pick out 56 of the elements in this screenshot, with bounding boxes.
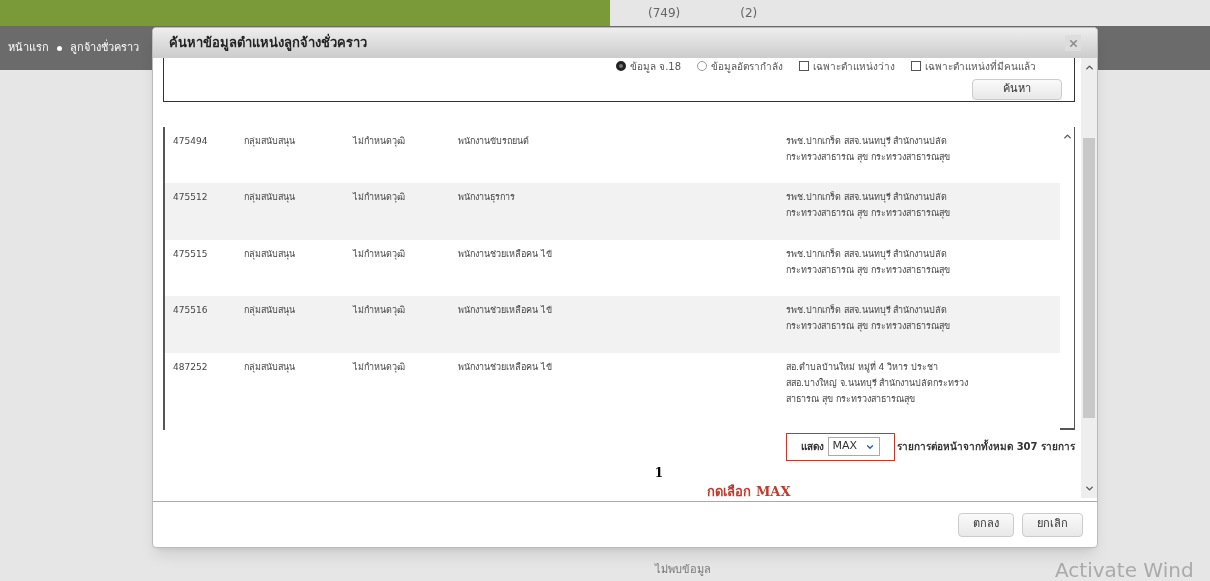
dialog-button[interactable]: ยกเลิก: [1022, 512, 1083, 537]
scroll-down-icon: [1083, 483, 1095, 494]
table-cell-text: ไม่กำหนดวุฒิ: [353, 304, 406, 318]
page-number[interactable]: 1: [654, 463, 664, 482]
checkbox-label: เฉพาะตำแหน่งที่มีคนแล้ว: [925, 58, 1037, 74]
total-label: รายการต่อหน้าจากทั้งหมด 307 รายการ: [897, 439, 1075, 454]
table-cell-text: 475494: [173, 134, 209, 148]
table-cell-text: 475515: [173, 247, 209, 261]
radio-label: ข้อมูล จ.18: [630, 59, 682, 74]
table-cell-text: รพช.ปากเกร็ด สสจ.นนทบุรี สำนักงานปลัดกระทรวงสาธารณ สุข กระทรวงสาธารณสุข: [786, 303, 951, 334]
checkbox[interactable]: [799, 61, 810, 71]
table-cell-text: กลุ่มสนับสนุน: [244, 191, 296, 205]
table-row[interactable]: 475512 กลุ่มสนับสนุน ไม่กำหนดวุฒิ พนักงานธุรการ รพช.ปากเกร็ด สสจ.นนทบุรี สำนักงานปลัดกระทรวงสาธารณ สุข กระทรวงสาธารณสุข: [165, 183, 1060, 240]
page-size-select[interactable]: MAX: [827, 437, 881, 456]
table-cell-text: พนักงานช่วยเหลือคน ไข้: [458, 247, 553, 261]
table-cell-text: รพช.ปากเกร็ด สสจ.นนทบุรี สำนักงานปลัดกระทรวงสาธารณ สุข กระทรวงสาธารณสุข: [786, 134, 951, 165]
checkbox-label: เฉพาะตำแหน่งว่าง: [813, 59, 896, 74]
close-icon: [1067, 37, 1079, 49]
table-cell-text: 475512: [173, 191, 209, 204]
table-cell-text: พนักงานช่วยเหลือคน ไข้: [458, 360, 553, 374]
os-notice: Activate Wind: [1055, 557, 1194, 581]
count-label: (749): [648, 5, 681, 22]
breadcrumb-link[interactable]: หน้าแรก: [8, 39, 49, 57]
dialog-title: ค้นหาข้อมูลตำแหน่งลูกจ้างชั่วคราว: [169, 33, 367, 53]
dialog-button[interactable]: ตกลง: [958, 512, 1014, 537]
table-cell-text: กลุ่มสนับสนุน: [244, 247, 296, 262]
breadcrumb-link[interactable]: ลูกจ้างชั่วคราว: [70, 39, 139, 57]
table-cell-text: พนักงานช่วยเหลือคน ไข้: [458, 304, 553, 317]
radio-button[interactable]: [616, 61, 626, 71]
table-cell-text: พนักงานธุรการ: [458, 191, 516, 205]
table-cell-text: ไม่กำหนดวุฒิ: [353, 247, 406, 262]
table-cell-text: รพช.ปากเกร็ด สสจ.นนทบุรี สำนักงานปลัดกระทรวงสาธารณ สุข กระทรวงสาธารณสุข: [786, 247, 951, 278]
scroll-thumb[interactable]: [1083, 138, 1095, 418]
table-cell-text: ไม่กำหนดวุฒิ: [353, 360, 406, 375]
page-size-label: แสดง: [800, 440, 824, 454]
bullet-icon: [57, 45, 62, 51]
annotation-text: กดเลือก MAX: [707, 482, 791, 501]
radio-button[interactable]: [697, 61, 708, 71]
count-label: (2): [740, 5, 758, 22]
table-row[interactable]: 475516 กลุ่มสนับสนุน ไม่กำหนดวุฒิ พนักงานช่วยเหลือคน ไข้ รพช.ปากเกร็ด สสจ.นนทบุรี สำนักงานปลัดกระทรวงสาธารณ สุข กระทรวงสาธารณสุข: [165, 296, 1060, 353]
scroll-up-icon: [1083, 62, 1095, 73]
table-cell-text: 475516: [173, 304, 209, 317]
table-cell-text: 487252: [173, 360, 209, 374]
close-button[interactable]: [1065, 35, 1081, 51]
table-cell-text: สอ.ตำบลบ้านใหม่ หมู่ที่ 4 วิหาร ประชา สสอ.บางใหญ่ จ.นนทบุรี สำนักงานปลัดกระทรวงสาธารณ สุข กระทรวงสาธารณสุข: [786, 360, 970, 407]
search-button[interactable]: ค้นหา: [972, 79, 1062, 100]
radio-label: ข้อมูลอัตรากำลัง: [711, 59, 784, 74]
checkbox[interactable]: [911, 61, 922, 71]
table-cell-text: ไม่กำหนดวุฒิ: [353, 134, 406, 149]
table-cell-text: กลุ่มสนับสนุน: [244, 134, 296, 149]
table-cell-text: ไม่กำหนดวุฒิ: [353, 191, 406, 205]
table-cell-text: รพช.ปากเกร็ด สสจ.นนทบุรี สำนักงานปลัดกระทรวงสาธารณ สุข กระทรวงสาธารณสุข: [786, 190, 951, 221]
empty-message: ไม่พบข้อมูล: [655, 561, 711, 578]
table-cell-text: กลุ่มสนับสนุน: [244, 360, 296, 375]
table-cell-text: กลุ่มสนับสนุน: [244, 304, 296, 318]
table-cell-text: พนักงานขับรถยนต์: [458, 134, 530, 148]
